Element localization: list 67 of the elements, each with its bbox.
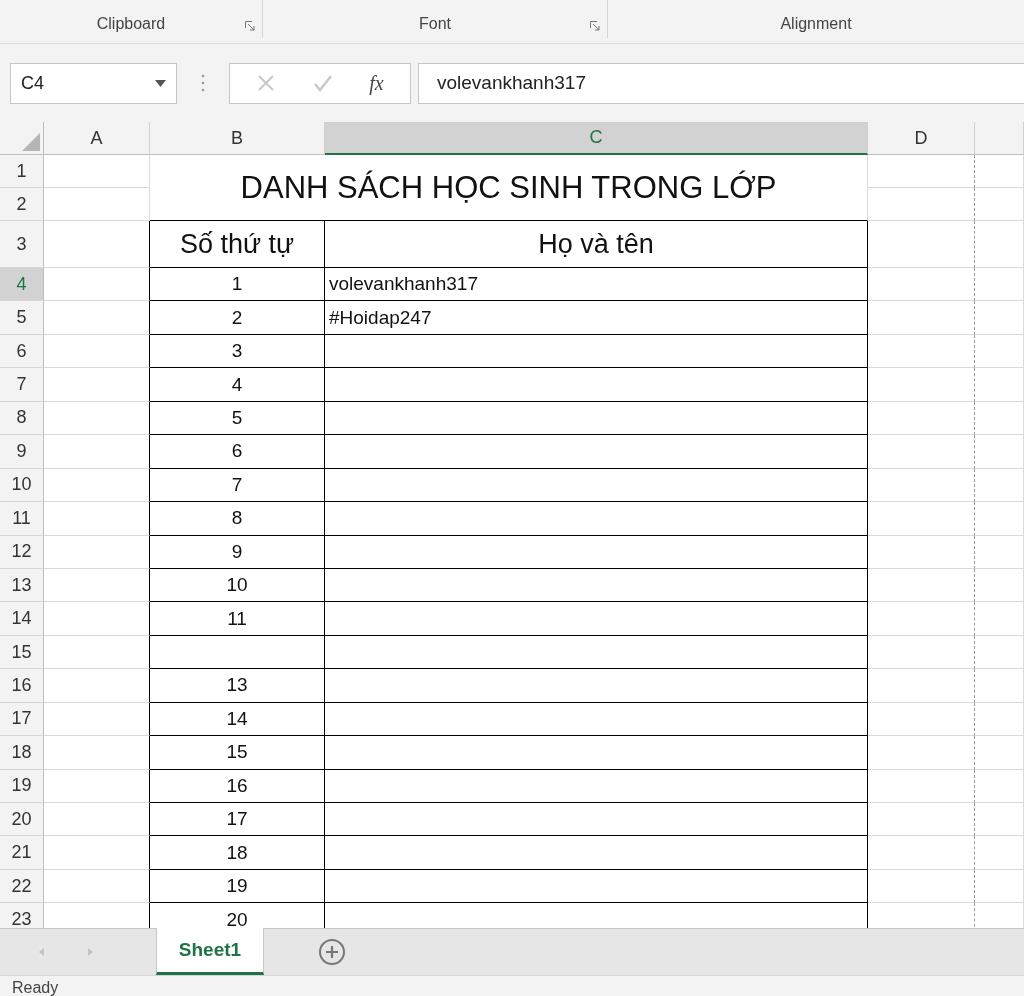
column-header[interactable]: B (150, 122, 325, 155)
row-header[interactable]: 10 (0, 468, 44, 503)
table-cell: 17 (150, 803, 325, 837)
row-header[interactable]: 14 (0, 602, 44, 636)
table-cell: 2 (150, 301, 325, 335)
formula-field[interactable]: volevankhanh317 (418, 62, 1024, 104)
row-header[interactable]: 5 (0, 301, 44, 335)
row-header[interactable]: 7 (0, 368, 44, 402)
table-cell: 1 (150, 268, 325, 302)
table-cell: 4 (150, 368, 325, 402)
column-header[interactable]: D (868, 122, 975, 155)
row-header[interactable]: 8 (0, 401, 44, 436)
row-header[interactable]: 12 (0, 535, 44, 569)
row-header[interactable]: 4 (0, 268, 44, 302)
table-cell: #Hoidap247 (325, 301, 868, 335)
drag-handle-icon[interactable] (201, 74, 205, 92)
ribbon-group-label: Clipboard (96, 15, 166, 33)
row-header[interactable]: 18 (0, 736, 44, 770)
table-cell: 11 (150, 602, 325, 636)
cancel-icon[interactable] (256, 73, 277, 93)
row-header[interactable]: 9 (0, 435, 44, 469)
column-header[interactable] (975, 122, 1024, 155)
name-box[interactable]: C4 (10, 62, 177, 104)
insert-function-button[interactable]: fx (369, 71, 384, 95)
table-cell: 16 (150, 769, 325, 803)
row-header[interactable]: 2 (0, 188, 44, 221)
row-header[interactable]: 17 (0, 702, 44, 737)
table-cell: 7 (150, 468, 325, 503)
table-cell: 6 (150, 435, 325, 469)
row-header[interactable]: 19 (0, 769, 44, 803)
table-cell: 3 (150, 334, 325, 369)
row-header[interactable]: 21 (0, 836, 44, 870)
row-header[interactable]: 20 (0, 803, 44, 837)
caret-icon[interactable] (155, 79, 166, 87)
checkmark-icon[interactable] (312, 73, 333, 93)
table-cell: volevankhanh317 (325, 268, 868, 302)
dialog-launcher-icon[interactable] (245, 21, 256, 32)
table-cell: 9 (150, 535, 325, 569)
row-header[interactable]: 15 (0, 635, 44, 670)
row-header[interactable]: 1 (0, 155, 44, 188)
row-header[interactable]: 6 (0, 334, 44, 369)
ribbon-group-label: Alignment (780, 15, 852, 33)
table-header-cell: Họ và tên (325, 221, 868, 268)
table-cell: 19 (150, 869, 325, 904)
table-cell: 15 (150, 736, 325, 770)
row-header[interactable]: 16 (0, 669, 44, 703)
row-header[interactable]: 23 (0, 903, 44, 928)
row-header[interactable]: 11 (0, 502, 44, 536)
table-cell: 13 (150, 669, 325, 703)
table-cell: 5 (150, 401, 325, 436)
column-header[interactable]: A (44, 122, 150, 155)
column-header[interactable]: C (325, 122, 868, 155)
table-cell: 8 (150, 502, 325, 536)
select-all-icon[interactable] (22, 133, 40, 151)
row-header[interactable]: 13 (0, 568, 44, 603)
table-cell: 18 (150, 836, 325, 870)
add-sheet-icon[interactable] (318, 938, 346, 966)
sheet-title: DANH SÁCH HỌC SINH TRONG LỚP (150, 155, 868, 221)
sheet-tab[interactable]: Sheet1 (156, 928, 264, 975)
status-text: Ready (12, 979, 59, 996)
table-cell: 10 (150, 568, 325, 603)
ribbon-group-label: Font (419, 15, 451, 33)
row-header[interactable]: 3 (0, 221, 44, 268)
table-cell: 14 (150, 702, 325, 737)
dialog-launcher-icon[interactable] (590, 21, 601, 32)
row-header[interactable]: 22 (0, 869, 44, 904)
table-header-cell: Số thứ tự (150, 221, 325, 268)
